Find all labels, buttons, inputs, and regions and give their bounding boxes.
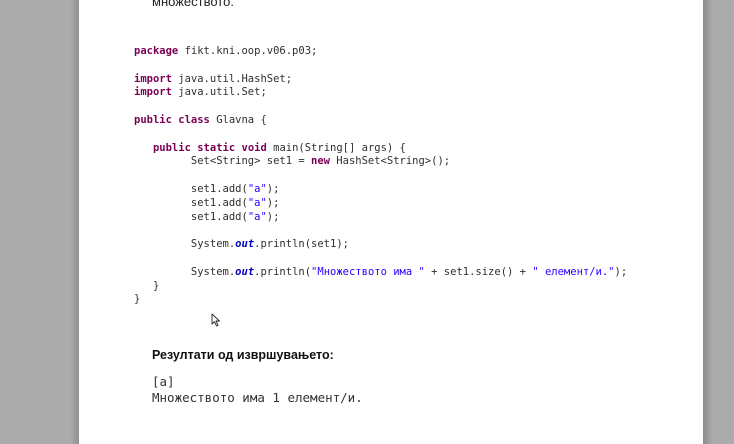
code-line-print-size: System.out.println("Множеството има " + … xyxy=(190,265,628,278)
code-line-import-hashset: import java.util.HashSet; xyxy=(134,72,293,85)
code-line-import-set: import java.util.Set; xyxy=(134,86,267,99)
code-line-close-class: } xyxy=(134,293,141,306)
document-page: множеството. package fikt.kni.oop.v06.p0… xyxy=(79,0,703,444)
code-line-add: set1.add("a"); xyxy=(190,182,280,195)
code-block: package fikt.kni.oop.v06.p03; import java… xyxy=(134,45,627,307)
code-line-main: public static void main(String[] args) { xyxy=(152,141,406,154)
code-line-close-method: } xyxy=(152,279,160,292)
code-line-class: public class Glavna { xyxy=(134,113,267,126)
program-output: [a] Множеството има 1 елемент/и. xyxy=(152,374,363,406)
page-shadow-right xyxy=(703,0,713,444)
code-line-package: package fikt.kni.oop.v06.p03; xyxy=(134,45,318,57)
mouse-pointer-icon xyxy=(211,313,220,327)
output-line: Множеството има 1 елемент/и. xyxy=(152,390,363,405)
results-heading: Резултати од извршувањето: xyxy=(152,348,334,362)
code-line-declaration: Set<String> set1 = new HashSet<String>()… xyxy=(190,155,451,168)
code-line-add: set1.add("a"); xyxy=(190,210,280,223)
code-line-add: set1.add("a"); xyxy=(190,196,280,209)
output-line: [a] xyxy=(152,374,175,389)
paragraph-text: множеството. xyxy=(152,0,234,9)
code-line-print-set: System.out.println(set1); xyxy=(190,238,349,251)
